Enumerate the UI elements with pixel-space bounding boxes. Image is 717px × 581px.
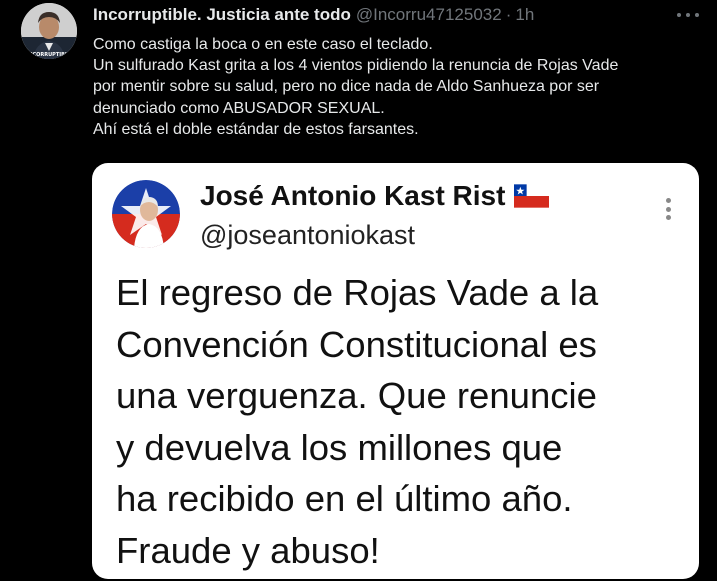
quoted-text-line: Convención Constitucional es [116,323,597,365]
quoted-text-line: una verguenza. Que renuncie [116,375,597,416]
quoted-author-name[interactable]: José Antonio Kast Rist [200,180,505,212]
quoted-text-line: ha recibido en el último año. [116,478,573,519]
timestamp[interactable]: 1h [515,5,534,25]
tweet-text-line: denunciado como ABUSADOR SEXUAL. [93,99,385,117]
dot [695,13,699,17]
dot [666,206,671,212]
dot [666,198,671,203]
chile-flag-icon [514,184,550,208]
dot [666,215,671,220]
author-avatar[interactable]: INCORRUPTIBLE [21,3,77,59]
tweet-text-line: por mentir sobre su salud, pero no dice … [93,78,600,96]
dot [677,13,681,17]
tweet-text-line: Un sulfurado Kast grita a los 4 vientos … [93,57,619,75]
more-options-icon[interactable] [677,10,699,20]
tweet-text-line: Ahí está el doble estándar de estos fars… [93,120,419,138]
avatar-image: INCORRUPTIBLE [21,3,77,59]
more-vertical-icon[interactable] [666,198,671,220]
quoted-text-line: y devuelva los millones que [116,426,563,468]
tweet-text: Como castiga la boca o en este caso el t… [93,34,693,140]
quoted-avatar-image [112,180,180,248]
tweet-header: Incorruptible. Justicia ante todo @Incor… [93,5,657,27]
dot [686,13,690,17]
quoted-author-avatar[interactable] [112,180,180,248]
quoted-author-handle[interactable]: @joseantoniokast [200,220,415,251]
quoted-author-row: José Antonio Kast Rist [200,180,550,212]
quoted-text-line: Fraude y abuso! [116,529,380,571]
tweet[interactable]: INCORRUPTIBLE Incorruptible. Justicia an… [0,0,717,581]
quoted-tweet-card[interactable]: José Antonio Kast Rist @joseantoniokast … [92,163,699,579]
quoted-tweet-text: El regreso de Rojas Vade a la Convención… [116,267,686,576]
author-name[interactable]: Incorruptible. Justicia ante todo [93,5,351,25]
tweet-text-line: Como castiga la boca o en este caso el t… [93,36,433,53]
quoted-text-line: El regreso de Rojas Vade a la [116,272,599,313]
separator-dot: · [505,5,512,24]
author-handle[interactable]: @Incorru47125032 [356,5,502,25]
avatar-caption: INCORRUPTIBLE [26,52,72,58]
